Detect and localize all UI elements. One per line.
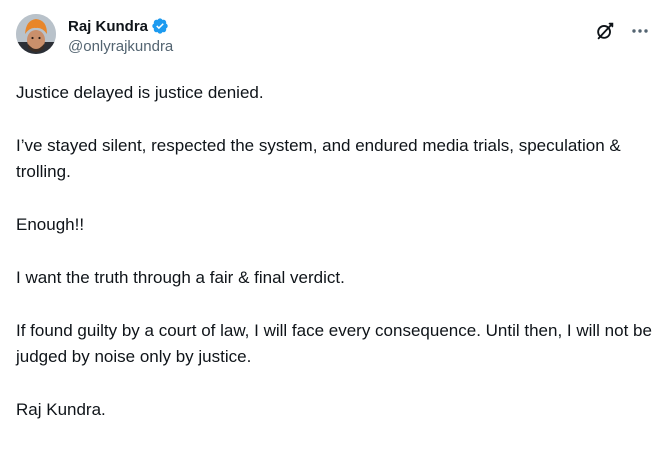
tweet-paragraph: If found guilty by a court of law, I wil…	[16, 321, 652, 366]
tweet-paragraph: Justice delayed is justice denied.	[16, 83, 264, 102]
display-name[interactable]: Raj Kundra	[68, 18, 148, 35]
grok-icon[interactable]	[594, 20, 616, 42]
author-handle[interactable]: @onlyrajkundra	[68, 38, 173, 55]
tweet-card: Raj Kundra @onlyrajkundra Justice delaye…	[0, 0, 666, 439]
tweet-paragraph: Raj Kundra.	[16, 400, 106, 419]
verified-badge-icon	[151, 17, 169, 35]
tweet-header: Raj Kundra @onlyrajkundra	[16, 14, 650, 64]
avatar[interactable]	[16, 14, 56, 54]
tweet-actions	[594, 20, 650, 42]
tweet-paragraph: I’ve stayed silent, respected the system…	[16, 136, 621, 181]
tweet-paragraph: I want the truth through a fair & final …	[16, 268, 345, 287]
author-block: Raj Kundra @onlyrajkundra	[68, 16, 173, 56]
avatar-image	[16, 14, 56, 54]
name-row: Raj Kundra	[68, 16, 173, 36]
tweet-paragraph: Enough!!	[16, 215, 85, 234]
more-horizontal-icon[interactable]	[630, 21, 650, 41]
tweet-text: Justice delayed is justice denied. I’ve …	[16, 80, 656, 450]
